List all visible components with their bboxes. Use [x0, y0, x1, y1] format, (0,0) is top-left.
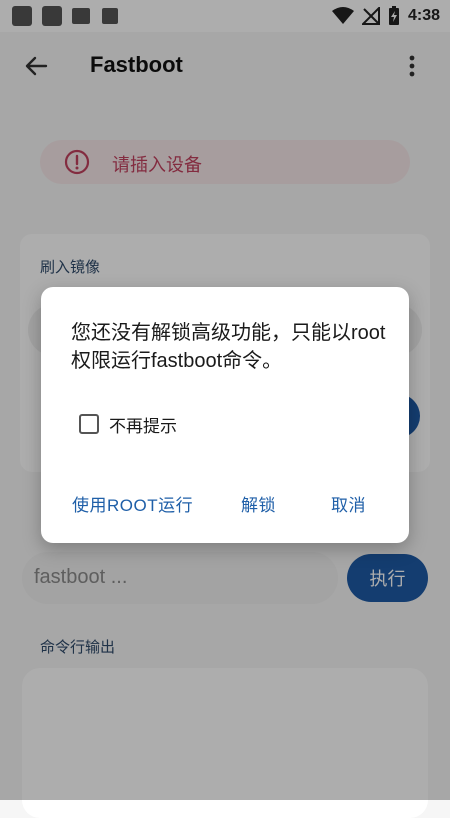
unlock-button[interactable]: 解锁: [241, 491, 276, 516]
dialog-actions: 使用ROOT运行 解锁 取消: [41, 491, 409, 519]
cancel-button[interactable]: 取消: [331, 491, 366, 516]
dont-show-again-row[interactable]: 不再提示: [79, 411, 177, 437]
run-as-root-button[interactable]: 使用ROOT运行: [72, 491, 193, 516]
dont-show-again-checkbox[interactable]: [79, 414, 99, 434]
checkbox-label: 不再提示: [109, 416, 177, 436]
dialog-message: 您还没有解锁高级功能，只能以root权限运行fastboot命令。: [71, 322, 386, 372]
unlock-dialog: 您还没有解锁高级功能，只能以root权限运行fastboot命令。 不再提示 使…: [41, 287, 409, 543]
